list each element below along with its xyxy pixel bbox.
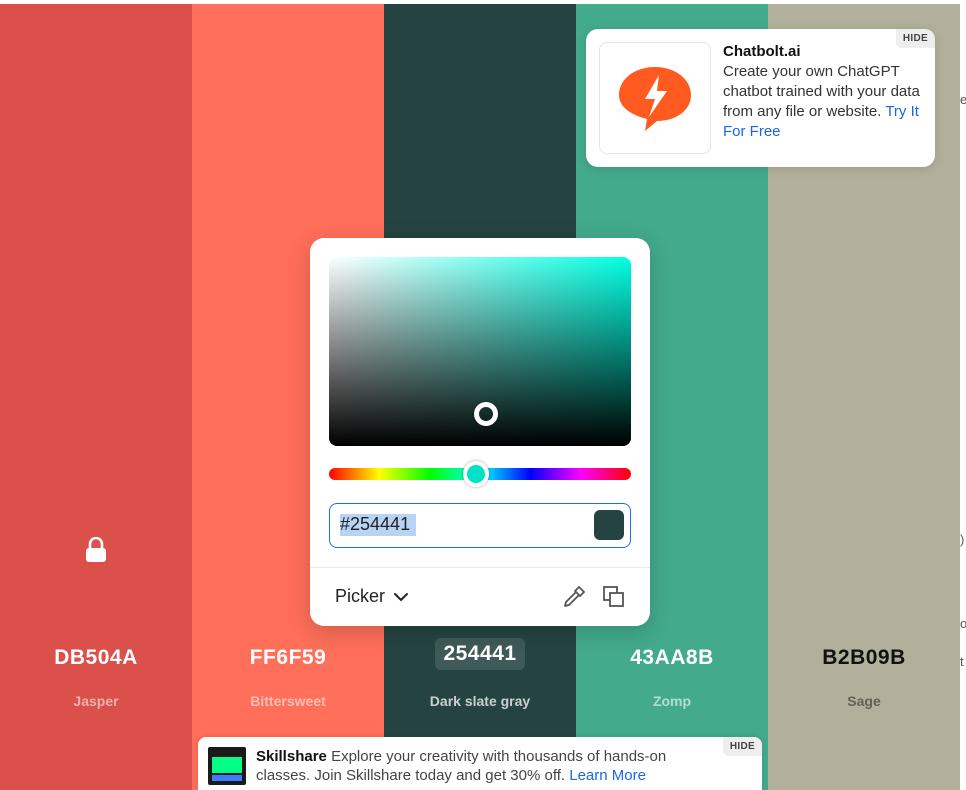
hex-input[interactable] — [340, 514, 540, 535]
saturation-handle[interactable] — [474, 402, 498, 426]
hex-input-field[interactable] — [329, 503, 631, 548]
copy-icon[interactable] — [601, 584, 627, 610]
popover-divider — [310, 567, 650, 568]
mode-label: Picker — [335, 586, 386, 606]
eyedropper-icon[interactable] — [561, 584, 587, 610]
swatch-hex-code[interactable]: 43AA8B — [576, 646, 768, 670]
sponsored-ad-card[interactable]: Chatbolt.ai Create your own ChatGPT chat… — [586, 29, 935, 167]
swatch-color-name: Sage — [847, 693, 881, 709]
chatbolt-logo-svg — [619, 67, 691, 131]
bottom-ad-brand: Skillshare — [256, 748, 327, 765]
hue-slider-handle[interactable] — [463, 461, 489, 487]
hide-ad-button[interactable]: HIDE — [895, 29, 935, 48]
bottom-ad-link[interactable]: Learn More — [569, 767, 646, 784]
lock-icon[interactable] — [84, 537, 108, 563]
hide-bottom-ad-button[interactable]: HIDE — [722, 737, 762, 756]
skillshare-logo-icon — [208, 747, 246, 785]
swatch-hex-code[interactable]: 254441 — [384, 638, 576, 670]
color-picker-popover: Picker — [310, 238, 650, 626]
swatch-hex-code[interactable]: FF6F59 — [192, 646, 384, 670]
swatch-color-name: Zomp — [652, 693, 692, 709]
swatch-color-name: Bittersweet — [250, 693, 326, 709]
swatch-hex-label: 254441 — [435, 638, 525, 670]
ad-title: Chatbolt.ai — [723, 43, 801, 60]
swatch-hex-label: DB504A — [54, 646, 138, 669]
ad-text: Chatbolt.ai Create your own ChatGPT chat… — [723, 42, 923, 142]
swatch-hex-label: 43AA8B — [630, 646, 714, 669]
mode-dropdown[interactable]: Picker — [335, 586, 409, 607]
current-color-chip — [594, 510, 624, 540]
saturation-value-area[interactable] — [329, 257, 631, 446]
chevron-down-icon — [394, 592, 409, 601]
swatch-hex-label: FF6F59 — [249, 646, 327, 669]
swatch-color-name: Jasper — [73, 693, 119, 709]
swatch-hex-code[interactable]: DB504A — [0, 646, 192, 670]
swatch-hex-label: B2B09B — [822, 646, 906, 669]
right-edge-strip: e ) o t — [960, 4, 966, 790]
swatch-hex-code[interactable]: B2B09B — [768, 646, 960, 670]
bottom-ad-banner[interactable]: Skillshare Explore your creativity with … — [198, 737, 762, 790]
color-swatch[interactable]: DB504A Jasper — [0, 4, 192, 790]
hue-slider[interactable] — [329, 461, 631, 487]
swatch-color-name: Dark slate gray — [429, 693, 531, 709]
bottom-ad-text: Skillshare Explore your creativity with … — [256, 747, 706, 785]
chatbolt-logo-icon[interactable] — [599, 42, 711, 154]
